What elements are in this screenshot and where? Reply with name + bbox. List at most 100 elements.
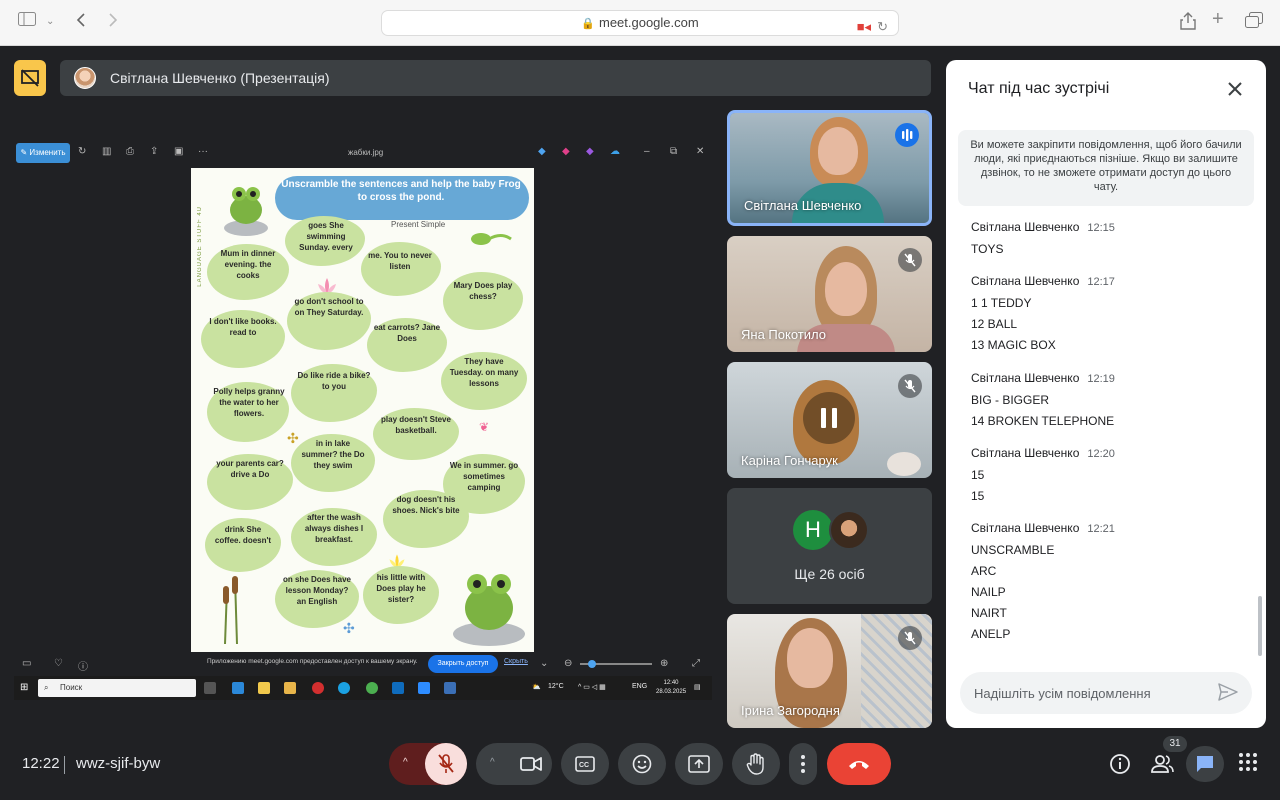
chat-scrollbar[interactable]	[1258, 596, 1262, 656]
send-button[interactable]	[1218, 683, 1240, 703]
mic-toggle-button[interactable]	[425, 743, 467, 785]
participant-tile-iryna[interactable]: Ірина Загородня	[727, 614, 932, 728]
captions-button[interactable]: CC	[561, 743, 609, 785]
slideshow-icon[interactable]: ▣	[174, 146, 183, 157]
address-bar[interactable]: 🔒 meet.google.com ■◂ ↻	[381, 10, 899, 36]
photos-icon[interactable]	[444, 682, 456, 694]
outlook-icon[interactable]	[392, 682, 404, 694]
tray-icons[interactable]: ^ ▭ ◁ ▦	[578, 683, 606, 691]
raise-hand-button[interactable]	[732, 743, 780, 785]
mic-off-icon	[898, 248, 922, 272]
telegram-icon[interactable]	[232, 682, 244, 694]
stop-sharing-button[interactable]: Закрыть доступ	[428, 655, 498, 673]
zoom-out-icon[interactable]: ⊖	[564, 658, 572, 669]
pad-text: in in lake summer? the Do they swim	[301, 439, 365, 470]
hide-notice-link[interactable]: Скрыть	[504, 658, 528, 665]
reactions-button[interactable]	[618, 743, 666, 785]
pad-text: on she Does have lesson Monday? an Engli…	[282, 575, 352, 606]
taskbar-search[interactable]: ⌕ Поиск	[38, 679, 196, 697]
zoom-in-icon[interactable]: ⊕	[660, 658, 668, 669]
video-controls: ^	[476, 743, 552, 785]
taskbar-clock[interactable]: 12:40 28.03.2025	[656, 679, 686, 697]
audio-options-chevron-icon[interactable]: ^	[403, 757, 408, 768]
participant-tile-svitlana[interactable]: Світлана Шевченко	[727, 110, 932, 226]
chevron-down-icon[interactable]: ⌄	[540, 658, 548, 669]
new-tab-icon[interactable]: +	[1212, 9, 1224, 29]
delete-icon[interactable]: ▥	[102, 146, 111, 157]
app-icon-2[interactable]: ◆	[562, 146, 570, 157]
presenter-avatar	[74, 67, 96, 89]
close-chat-button[interactable]	[1226, 80, 1244, 102]
zoom-icon[interactable]	[418, 682, 430, 694]
store-icon[interactable]	[258, 682, 270, 694]
participant-tile-yana[interactable]: Яна Покотило	[727, 236, 932, 352]
folder-icon[interactable]	[284, 682, 296, 694]
divider	[64, 756, 65, 774]
leave-call-button[interactable]	[827, 743, 891, 785]
screen-icon[interactable]: ▭	[22, 658, 31, 669]
activities-button[interactable]	[1238, 752, 1262, 776]
chevron-down-icon[interactable]: ⌄	[46, 12, 54, 32]
mic-off-icon	[438, 754, 454, 773]
chat-composer	[960, 672, 1252, 714]
svg-text:CC: CC	[579, 762, 589, 769]
heart-icon[interactable]: ♡	[54, 658, 63, 669]
zoom-slider-handle[interactable]	[588, 660, 596, 668]
message-time: 12:20	[1087, 448, 1115, 460]
close-icon[interactable]: ✕	[696, 146, 704, 157]
windows-start-icon[interactable]: ⊞	[20, 682, 28, 693]
sidebar-toggle-icon[interactable]	[18, 12, 36, 32]
weather-icon[interactable]: ⛅	[532, 683, 541, 691]
chat-message: Світлана Шевченко 12:20 15 15	[971, 446, 1115, 507]
back-icon[interactable]	[76, 12, 86, 34]
people-button[interactable]	[1150, 752, 1174, 776]
restore-icon[interactable]: ⧉	[670, 146, 677, 157]
participant-tile-karina[interactable]: Каріна Гончарук	[727, 362, 932, 478]
message-sender: Світлана Шевченко	[971, 274, 1080, 288]
edit-button[interactable]: ✎ Изменить	[16, 143, 70, 163]
frog-icon	[224, 187, 268, 236]
present-screen-button[interactable]	[675, 743, 723, 785]
shared-screen[interactable]: ✎ Изменить ↻ ▥ ⎙ ⇪ ▣ ··· жабки.jpg ◆ ◆ ◆…	[14, 138, 712, 700]
info-icon[interactable]: ⓘ	[78, 658, 88, 673]
message-line: 13 MAGIC BOX	[971, 338, 1056, 352]
meeting-details-button[interactable]	[1108, 752, 1132, 776]
minimize-icon[interactable]: –	[644, 146, 650, 157]
video-paused-icon	[803, 392, 855, 444]
more-options-button[interactable]	[789, 743, 817, 785]
chat-button[interactable]	[1186, 746, 1224, 782]
lock-icon: 🔒	[581, 18, 595, 30]
message-line: ARC	[971, 564, 997, 578]
fullscreen-icon[interactable]: ⤢	[692, 658, 700, 669]
notifications-icon[interactable]: ▤	[694, 683, 701, 691]
opera-icon[interactable]	[312, 682, 324, 694]
edge-icon[interactable]	[338, 682, 350, 694]
task-view-icon[interactable]	[204, 682, 216, 694]
participant-name: Яна Покотило	[741, 327, 826, 342]
share-icon[interactable]: ⇪	[150, 146, 158, 157]
pad-text: goes She swimming Sunday. every	[299, 221, 353, 252]
print-icon[interactable]: ⎙	[126, 146, 134, 157]
app-icon-3[interactable]: ◆	[586, 146, 594, 157]
chat-message-input[interactable]	[974, 683, 1204, 703]
app-icon-1[interactable]: ◆	[538, 146, 546, 157]
participant-avatar: Н	[793, 510, 833, 550]
chrome-icon[interactable]	[366, 682, 378, 694]
camera-in-use-icon[interactable]: ■◂	[857, 19, 871, 34]
rotate-icon[interactable]: ↻	[78, 146, 86, 157]
video-options-chevron-icon[interactable]: ^	[490, 757, 495, 768]
reload-icon[interactable]: ↻	[877, 19, 888, 34]
input-language[interactable]: ENG	[632, 683, 647, 690]
camera-toggle-button[interactable]	[510, 743, 552, 785]
taskbar-time: 12:40	[663, 680, 679, 686]
share-icon[interactable]	[1180, 12, 1196, 36]
more-icon[interactable]: ···	[198, 146, 208, 157]
worksheet-image: LANGUAGE STUFF 4U Unscramble the sentenc…	[191, 168, 534, 652]
forward-icon[interactable]	[108, 12, 118, 34]
presentation-indicator[interactable]	[14, 60, 46, 96]
others-tile[interactable]: Н Ще 26 осіб	[727, 488, 932, 604]
cloud-icon[interactable]: ☁	[610, 146, 620, 157]
chat-message: Світлана Шевченко 12:17 1 1 TEDDY 12 BALL…	[971, 274, 1115, 356]
send-icon	[1218, 683, 1238, 701]
tab-overview-icon[interactable]	[1245, 12, 1263, 34]
